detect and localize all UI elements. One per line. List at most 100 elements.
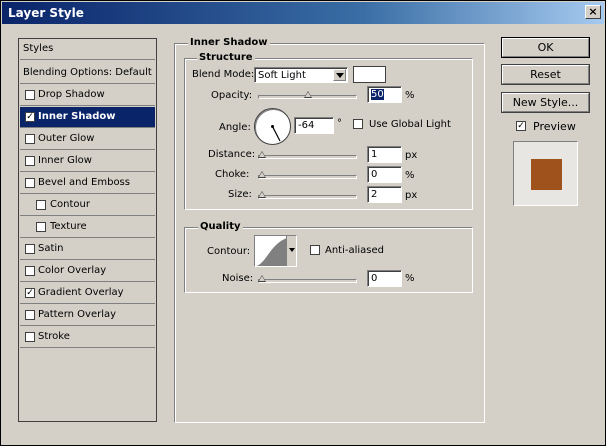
distance-input[interactable]: 1	[367, 146, 402, 163]
opacity-value: 50	[371, 89, 384, 100]
style-item-label: Drop Shadow	[38, 89, 105, 100]
choke-unit: %	[405, 170, 415, 181]
style-item-label: Pattern Overlay	[38, 309, 117, 320]
new-style-button[interactable]: New Style...	[501, 92, 590, 113]
blend-mode-dropdown-button[interactable]	[333, 69, 346, 81]
contour-dropdown-button[interactable]	[286, 236, 296, 266]
distance-slider-track[interactable]	[258, 155, 357, 159]
style-item-drop-shadow[interactable]: Drop Shadow	[20, 85, 155, 106]
close-button[interactable]: ×	[585, 5, 601, 19]
noise-unit: %	[405, 273, 415, 284]
reset-button[interactable]: Reset	[501, 64, 590, 85]
size-unit: px	[405, 190, 418, 201]
styles-header[interactable]: Styles	[20, 39, 155, 60]
style-item-satin[interactable]: Satin	[20, 239, 155, 260]
style-item-bevel-and-emboss[interactable]: Bevel and Emboss	[20, 173, 155, 194]
opacity-input[interactable]: 50	[367, 86, 402, 103]
style-item-label: Satin	[38, 243, 64, 254]
size-input[interactable]: 2	[367, 186, 402, 203]
blend-mode-value: Soft Light	[258, 70, 306, 81]
use-global-light-checkbox[interactable]	[353, 119, 363, 129]
inner-shadow-checkbox[interactable]: ✓	[25, 112, 35, 122]
preview-label: Preview	[533, 120, 576, 133]
style-item-outer-glow[interactable]: Outer Glow	[20, 129, 155, 150]
style-item-inner-glow[interactable]: Inner Glow	[20, 151, 155, 172]
noise-input[interactable]: 0	[367, 270, 402, 287]
noise-slider-thumb[interactable]	[258, 275, 266, 282]
angle-label: Angle:	[219, 122, 251, 133]
distance-slider-thumb[interactable]	[258, 151, 266, 158]
choke-slider-thumb[interactable]	[258, 171, 266, 178]
layer-style-dialog: Layer Style × Styles Blending Options: D…	[0, 0, 606, 446]
opacity-slider-thumb[interactable]	[303, 91, 312, 98]
blend-mode-label: Blend Mode:	[192, 69, 255, 80]
style-item-texture[interactable]: Texture	[20, 217, 155, 238]
size-slider-thumb[interactable]	[258, 191, 266, 198]
new-style-button-label: New Style...	[502, 93, 589, 112]
size-slider-track[interactable]	[258, 195, 357, 199]
drop-shadow-checkbox[interactable]	[25, 90, 35, 100]
style-item-pattern-overlay[interactable]: Pattern Overlay	[20, 305, 155, 326]
contour-picker[interactable]	[254, 235, 297, 267]
size-value: 2	[371, 189, 378, 200]
preview-swatch	[531, 159, 562, 190]
shadow-color-swatch[interactable]	[353, 66, 386, 83]
style-item-stroke[interactable]: Stroke	[20, 327, 155, 348]
anti-aliased-checkbox[interactable]	[310, 245, 320, 255]
stroke-checkbox[interactable]	[25, 332, 35, 342]
quality-title: Quality	[198, 221, 243, 232]
angle-unit: °	[337, 118, 342, 129]
chevron-down-icon	[289, 248, 295, 252]
blend-mode-select[interactable]: Soft Light	[254, 67, 348, 83]
noise-slider-track[interactable]	[258, 279, 357, 283]
style-item-blending-options[interactable]: Blending Options: Default	[20, 63, 155, 84]
choke-value: 0	[371, 169, 378, 180]
angle-value: -64	[298, 120, 315, 131]
styles-list: Styles Blending Options: Default Drop Sh…	[18, 38, 157, 422]
style-item-label: Contour	[50, 199, 90, 210]
outer-glow-checkbox[interactable]	[25, 134, 35, 144]
choke-input[interactable]: 0	[367, 166, 402, 183]
noise-value: 0	[371, 273, 378, 284]
title-bar[interactable]: Layer Style ×	[2, 2, 604, 24]
style-item-gradient-overlay[interactable]: ✓ Gradient Overlay	[20, 283, 155, 304]
style-item-label: Texture	[50, 221, 87, 232]
style-item-label: Color Overlay	[38, 265, 107, 276]
style-item-label: Inner Shadow	[38, 111, 116, 122]
style-item-label: Blending Options: Default	[23, 67, 152, 78]
contour-curve-icon	[256, 238, 287, 266]
style-item-contour[interactable]: Contour	[20, 195, 155, 216]
use-global-light-label: Use Global Light	[369, 119, 451, 130]
chevron-down-icon	[336, 73, 344, 78]
style-item-label: Outer Glow	[38, 133, 95, 144]
angle-dial-needle	[271, 125, 281, 142]
ok-button-label: OK	[502, 38, 589, 57]
window-title: Layer Style	[8, 6, 84, 20]
opacity-label: Opacity:	[211, 90, 253, 101]
style-item-label: Stroke	[38, 331, 70, 342]
inner-glow-checkbox[interactable]	[25, 156, 35, 166]
satin-checkbox[interactable]	[25, 244, 35, 254]
styles-header-label: Styles	[23, 43, 54, 54]
angle-input[interactable]: -64	[294, 117, 334, 134]
gradient-overlay-checkbox[interactable]: ✓	[25, 288, 35, 298]
preview-checkbox[interactable]: ✓	[516, 121, 526, 131]
texture-checkbox[interactable]	[36, 222, 46, 232]
ok-button[interactable]: OK	[501, 37, 590, 58]
distance-unit: px	[405, 150, 418, 161]
choke-slider-track[interactable]	[258, 175, 357, 179]
inner-shadow-title: Inner Shadow	[188, 37, 270, 48]
contour-label: Contour:	[207, 246, 251, 257]
bevel-emboss-checkbox[interactable]	[25, 178, 35, 188]
distance-label: Distance:	[208, 149, 256, 160]
distance-value: 1	[371, 149, 378, 160]
pattern-overlay-checkbox[interactable]	[25, 310, 35, 320]
style-item-inner-shadow[interactable]: ✓ Inner Shadow	[20, 107, 155, 128]
preview-box	[513, 141, 578, 206]
structure-title: Structure	[197, 52, 255, 63]
color-overlay-checkbox[interactable]	[25, 266, 35, 276]
style-item-color-overlay[interactable]: Color Overlay	[20, 261, 155, 282]
size-label: Size:	[228, 189, 252, 200]
angle-dial[interactable]	[254, 108, 291, 145]
contour-checkbox[interactable]	[36, 200, 46, 210]
